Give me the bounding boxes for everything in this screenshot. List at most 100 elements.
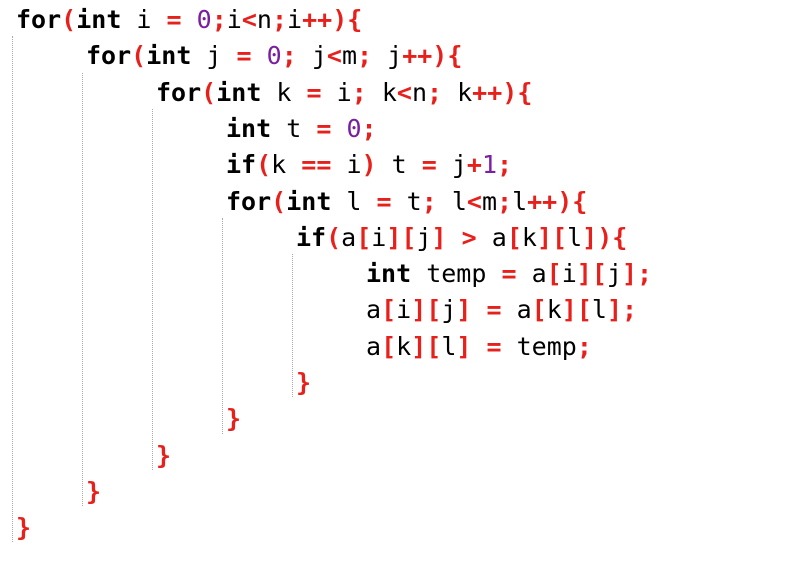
identifier-token [252, 41, 267, 70]
identifier-token: a [341, 222, 357, 252]
number-token: 0 [266, 41, 282, 71]
punctuation-token: } [16, 513, 32, 543]
code-line[interactable]: } [226, 401, 241, 437]
punctuation-token: { [612, 222, 628, 252]
code-line[interactable]: } [16, 510, 31, 546]
punctuation-token: ( [256, 150, 272, 180]
punctuation-token: ; [497, 186, 513, 216]
punctuation-token: { [347, 5, 363, 34]
punctuation-token: } [86, 476, 102, 506]
operator-token: < [396, 77, 412, 107]
code-line[interactable]: a[i][j] = a[k][l]; [366, 292, 637, 328]
punctuation-token: [ [426, 331, 442, 361]
punctuation-token: ( [201, 77, 217, 107]
identifier-token: j [436, 150, 467, 180]
identifier-token [182, 5, 197, 34]
operator-token: = [166, 5, 182, 34]
identifier-token: j [191, 41, 237, 71]
number-token: 0 [196, 5, 212, 34]
identifier-token: a [366, 331, 382, 361]
punctuation-token: ) [332, 5, 348, 34]
identifier-token: k [271, 150, 302, 180]
identifier-token: l [591, 295, 607, 325]
code-line[interactable]: if(a[i][j] > a[k][l]){ [296, 220, 627, 256]
code-line[interactable]: } [156, 438, 171, 474]
code-editor[interactable]: for(int i = 0;i<n;i++){for(int j = 0; j<… [0, 0, 806, 562]
identifier-token: t [376, 150, 422, 180]
identifier-token [471, 295, 486, 324]
identifier-token: i [321, 77, 352, 107]
number-token: 0 [346, 113, 362, 143]
identifier-token: i [331, 150, 362, 180]
punctuation-token: ; [357, 41, 373, 71]
operator-token: ++ [302, 5, 333, 34]
identifier-token: t [271, 113, 317, 143]
code-line[interactable]: } [86, 474, 101, 510]
punctuation-token: [ [576, 295, 592, 325]
punctuation-token: ; [576, 331, 592, 361]
identifier-token: a [366, 295, 382, 325]
punctuation-token: ; [351, 77, 367, 107]
code-line[interactable]: for(int k = i; k<n; k++){ [156, 75, 532, 111]
punctuation-token: ) [597, 222, 613, 252]
indent-guide [82, 72, 83, 507]
identifier-token: j [372, 41, 403, 71]
punctuation-token: ; [281, 41, 297, 71]
keyword-token: int [76, 5, 122, 34]
operator-token: = [316, 113, 332, 143]
punctuation-token: ; [497, 150, 513, 180]
punctuation-token: ; [427, 77, 443, 107]
identifier-token: t [391, 186, 422, 216]
punctuation-token: [ [426, 295, 442, 325]
operator-token: = [306, 77, 322, 107]
keyword-token: for [156, 77, 202, 107]
keyword-token: for [16, 5, 62, 34]
punctuation-token: [ [381, 295, 397, 325]
keyword-token: int [216, 77, 262, 107]
operator-token: + [466, 150, 482, 180]
indent-guide [12, 36, 13, 543]
identifier-token: a [501, 295, 532, 325]
punctuation-token: [ [591, 259, 607, 289]
punctuation-token: ; [361, 113, 377, 143]
code-line[interactable]: if(k == i) t = j+1; [226, 147, 512, 183]
punctuation-token: ] [411, 295, 427, 325]
identifier-token [471, 332, 486, 361]
punctuation-token: [ [381, 331, 397, 361]
code-line[interactable]: a[k][l] = temp; [366, 329, 592, 365]
keyword-token: int [366, 259, 412, 289]
code-line[interactable]: int t = 0; [226, 111, 377, 147]
identifier-token: k [521, 222, 537, 252]
punctuation-token: ( [271, 186, 287, 216]
operator-token: = [486, 331, 502, 361]
code-line[interactable]: for(int j = 0; j<m; j++){ [86, 38, 462, 74]
punctuation-token: ( [131, 41, 147, 71]
identifier-token: j [416, 222, 432, 252]
punctuation-token: [ [401, 222, 417, 252]
operator-token: ++ [472, 77, 503, 107]
identifier-token: i [371, 222, 387, 252]
identifier-token: k [546, 295, 562, 325]
indent-guide [222, 217, 223, 434]
punctuation-token: ( [61, 5, 77, 34]
code-line[interactable]: for(int l = t; l<m;l++){ [226, 184, 587, 220]
punctuation-token: ; [211, 5, 227, 34]
code-line[interactable]: for(int i = 0;i<n;i++){ [16, 2, 362, 38]
operator-token: ++ [527, 186, 558, 216]
punctuation-token: ] [456, 331, 472, 361]
code-line[interactable]: int temp = a[i][j]; [366, 256, 652, 292]
identifier-token: m [481, 186, 497, 216]
punctuation-token: [ [506, 222, 522, 252]
identifier-token: l [436, 186, 467, 216]
operator-token: = [236, 41, 252, 71]
identifier-token: l [441, 331, 457, 361]
code-line[interactable]: } [296, 365, 311, 401]
indent-guide [292, 254, 293, 398]
identifier-token [447, 223, 462, 252]
punctuation-token: { [572, 186, 588, 216]
punctuation-token: ] [561, 295, 577, 325]
punctuation-token: [ [356, 222, 372, 252]
punctuation-token: ] [431, 222, 447, 252]
identifier-token: a [516, 259, 547, 289]
identifier-token: i [121, 5, 167, 34]
